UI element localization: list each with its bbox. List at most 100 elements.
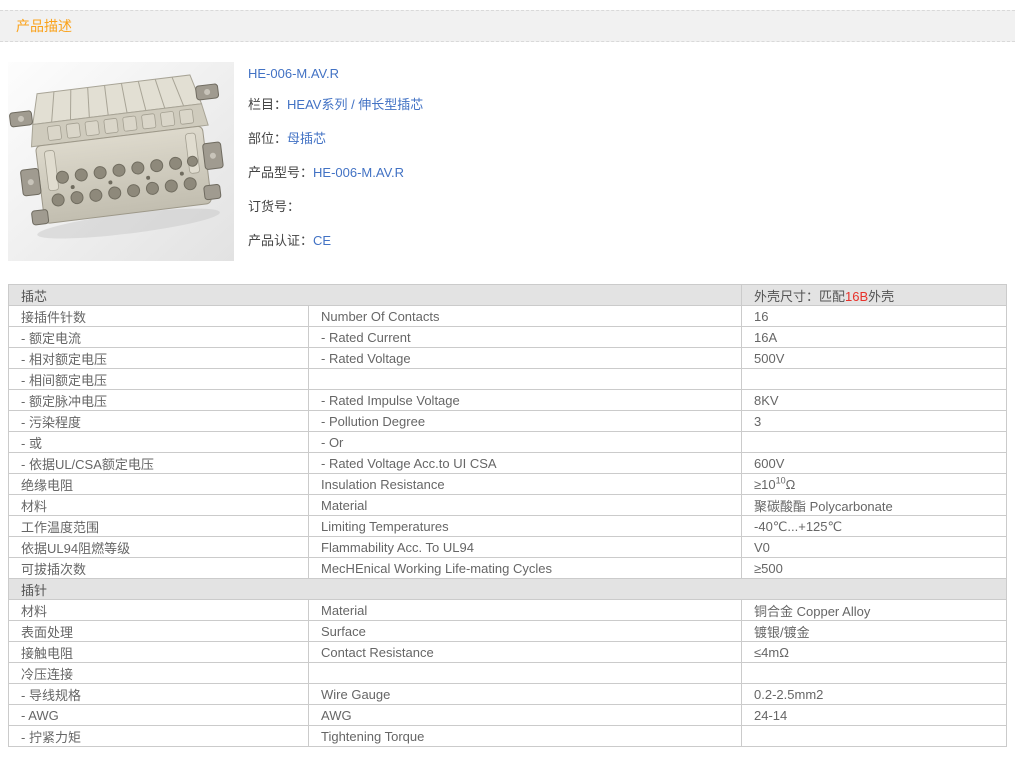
spec-en: AWG	[307, 704, 743, 726]
spec-cn: - 额定电流	[8, 326, 309, 348]
field-label: 产品型号：	[248, 165, 314, 180]
table-row: 表面处理 Surface 镀银/镀金	[8, 620, 1007, 642]
page-title: 产品描述	[16, 18, 72, 34]
spec-cn: - 污染程度	[8, 410, 309, 432]
spec-cn: 接触电阻	[8, 641, 309, 663]
spec-en: - Rated Voltage Acc.to UI CSA	[307, 452, 743, 474]
spec-cn: - 相对额定电压	[8, 347, 309, 369]
table-row: - 相间额定电压	[8, 368, 1007, 390]
spec-cn: 工作温度范围	[8, 515, 309, 537]
spec-en	[307, 368, 743, 390]
spec-en: Tightening Torque	[307, 725, 743, 747]
series-link[interactable]: HEAV系列	[287, 97, 347, 112]
shell-size-cell: 外壳尺寸：匹配16B外壳	[741, 284, 1007, 306]
table-row: - 额定电流 - Rated Current 16A	[8, 326, 1007, 348]
section-header-pin: 插针	[8, 578, 1007, 600]
table-row: 可拔插次数 MecHEnical Working Life-mating Cycl…	[8, 557, 1007, 579]
spec-en: Material	[307, 599, 743, 621]
table-row: 依据UL94阻燃等级 Flammability Acc. To UL94 V0	[8, 536, 1007, 558]
table-row: 材料 Material 铜合金 Copper Alloy	[8, 599, 1007, 621]
section-title-bar: 产品描述	[0, 10, 1015, 42]
spec-cn: 可拔插次数	[8, 557, 309, 579]
spec-en: Limiting Temperatures	[307, 515, 743, 537]
spec-value: ≥500	[741, 557, 1007, 579]
spec-cn: - 或	[8, 431, 309, 453]
spec-value: 24-14	[741, 704, 1007, 726]
field-certification: 产品认证：CE	[248, 234, 423, 247]
spec-value: 聚碳酸酯 Polycarbonate	[741, 494, 1007, 516]
spec-en: Material	[307, 494, 743, 516]
spec-value: 16A	[741, 326, 1007, 348]
spec-en: - Or	[307, 431, 743, 453]
spec-en: Flammability Acc. To UL94	[307, 536, 743, 558]
spec-cn: - 依据UL/CSA额定电压	[8, 452, 309, 474]
table-row: - 相对额定电压 - Rated Voltage 500V	[8, 347, 1007, 369]
table-row: 接插件针数 Number Of Contacts 16	[8, 305, 1007, 327]
spec-value	[741, 431, 1007, 453]
product-image[interactable]	[8, 62, 234, 261]
table-row: - 导线规格 Wire Gauge 0.2-2.5mm2	[8, 683, 1007, 705]
field-label: 部位：	[248, 131, 288, 146]
spec-en: - Rated Current	[307, 326, 743, 348]
spec-value	[741, 662, 1007, 684]
spec-cn: 材料	[8, 494, 309, 516]
table-row: - 污染程度 - Pollution Degree 3	[8, 410, 1007, 432]
field-category: 栏目：HEAV系列 / 伸长型插芯	[248, 98, 423, 111]
type-link[interactable]: 伸长型插芯	[358, 97, 423, 112]
section-header-insert: 插芯 外壳尺寸：匹配16B外壳	[7, 284, 1007, 306]
spec-cn: - 额定脉冲电压	[8, 389, 309, 411]
spec-table: 插芯 外壳尺寸：匹配16B外壳 接插件针数 Number Of Contacts 1…	[7, 284, 1007, 747]
spec-value: 3	[741, 410, 1007, 432]
spec-cn: - 拧紧力矩	[8, 725, 309, 747]
spec-en	[307, 662, 743, 684]
spec-value: 镀银/镀金	[741, 620, 1007, 642]
spec-cn: 绝缘电阻	[8, 473, 309, 495]
field-order-no: 订货号：	[248, 200, 423, 213]
table-row: 材料 Material 聚碳酸酯 Polycarbonate	[8, 494, 1007, 516]
spec-cn: - 导线规格	[8, 683, 309, 705]
spec-cn: 依据UL94阻燃等级	[8, 536, 309, 558]
separator: /	[347, 97, 359, 112]
spec-en: MecHEnical Working Life-mating Cycles	[307, 557, 743, 579]
spec-cn: 表面处理	[8, 620, 309, 642]
table-row: 接触电阻 Contact Resistance ≤4mΩ	[8, 641, 1007, 663]
product-title-link[interactable]: HE-006-M.AV.R	[248, 66, 339, 81]
spec-value: 600V	[741, 452, 1007, 474]
spec-value	[741, 725, 1007, 747]
spec-en: Contact Resistance	[307, 641, 743, 663]
field-part: 部位：母插芯	[248, 132, 423, 145]
table-row: - 拧紧力矩 Tightening Torque	[8, 725, 1007, 747]
table-row: - AWG AWG 24-14	[8, 704, 1007, 726]
shell-size-text: 外壳尺寸：匹配	[754, 289, 846, 304]
spec-value: V0	[741, 536, 1007, 558]
spec-value	[741, 368, 1007, 390]
spec-value: 铜合金 Copper Alloy	[741, 599, 1007, 621]
spec-en: Wire Gauge	[307, 683, 743, 705]
section-title: 插针	[8, 578, 1007, 600]
table-row: 冷压连接	[8, 662, 1007, 684]
field-model: 产品型号：HE-006-M.AV.R	[248, 166, 423, 179]
shell-size-text: 外壳	[868, 289, 895, 304]
spec-value: ≥1010Ω	[741, 473, 1007, 495]
spec-value: 16	[741, 305, 1007, 327]
table-row: - 依据UL/CSA额定电压 - Rated Voltage Acc.to UI …	[8, 452, 1007, 474]
superscript: 10	[775, 475, 786, 486]
table-row: 绝缘电阻 Insulation Resistance ≥1010Ω	[8, 473, 1007, 495]
spec-value: 500V	[741, 347, 1007, 369]
part-link[interactable]: 母插芯	[287, 131, 326, 146]
section-title: 插芯	[7, 284, 743, 306]
spec-en: - Pollution Degree	[307, 410, 743, 432]
table-row: 工作温度范围 Limiting Temperatures -40℃...+125℃	[8, 515, 1007, 537]
spec-en: Surface	[307, 620, 743, 642]
connector-illustration	[8, 62, 234, 261]
spec-en: Insulation Resistance	[307, 473, 743, 495]
model-link[interactable]: HE-006-M.AV.R	[313, 165, 404, 180]
field-label: 栏目：	[248, 97, 288, 112]
spec-value: -40℃...+125℃	[741, 515, 1007, 537]
spec-en: - Rated Voltage	[307, 347, 743, 369]
field-label: 产品认证：	[248, 233, 314, 248]
product-info: HE-006-M.AV.R 栏目：HEAV系列 / 伸长型插芯 部位：母插芯 产…	[248, 62, 423, 268]
certification-link[interactable]: CE	[313, 233, 331, 248]
table-row: - 额定脉冲电压 - Rated Impulse Voltage 8KV	[8, 389, 1007, 411]
spec-cn: 冷压连接	[8, 662, 309, 684]
